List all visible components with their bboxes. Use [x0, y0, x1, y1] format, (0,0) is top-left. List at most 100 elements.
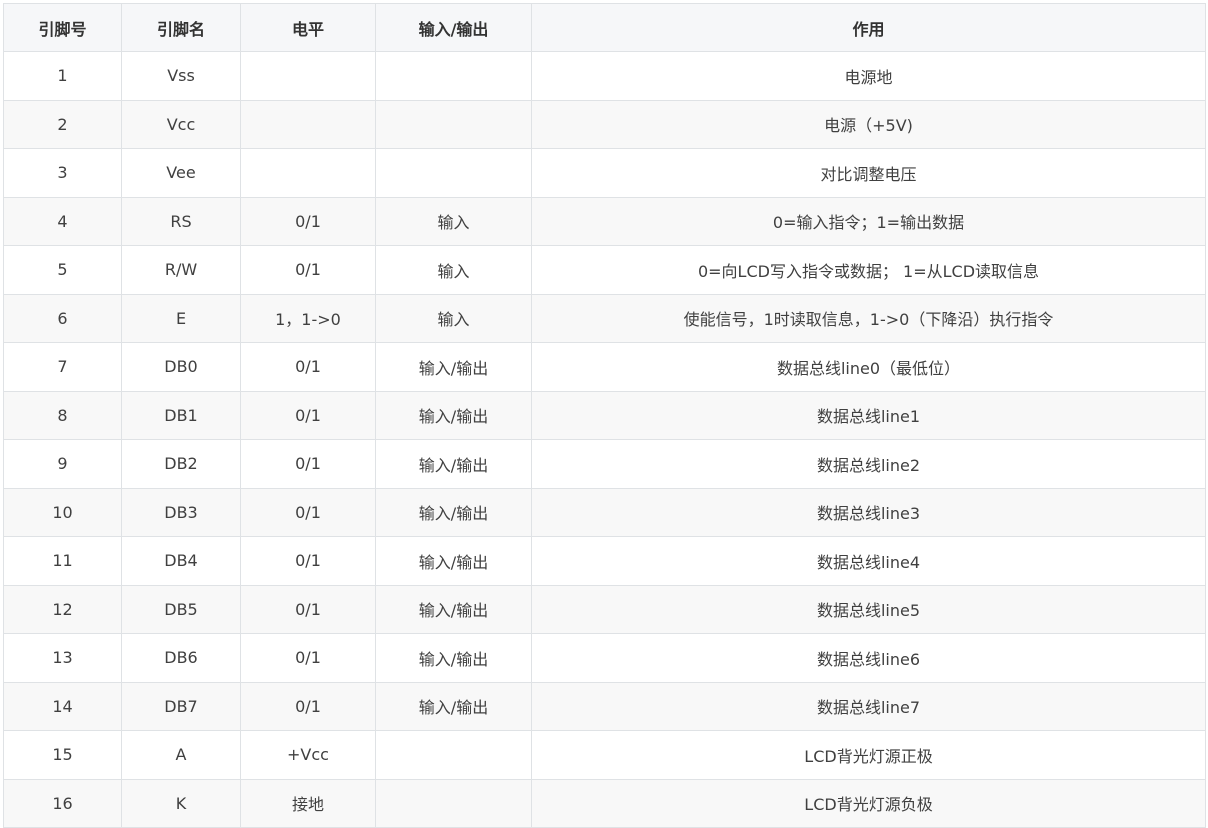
cell-pin-name: DB7 — [121, 681, 241, 731]
cell-pin-name: DB4 — [121, 536, 241, 586]
cell-level — [240, 51, 376, 101]
table-row: 3 Vee 对比调整电压 — [3, 148, 1206, 198]
cell-pin-number: 3 — [3, 148, 122, 198]
table-row: 12 DB5 0/1 输入/输出 数据总线line5 — [3, 584, 1206, 634]
cell-pin-number: 7 — [3, 342, 122, 392]
table-row: 10 DB3 0/1 输入/输出 数据总线line3 — [3, 487, 1206, 537]
table-row: 7 DB0 0/1 输入/输出 数据总线line0（最低位） — [3, 342, 1206, 392]
cell-io: 输入/输出 — [375, 390, 532, 440]
cell-level: 0/1 — [240, 342, 376, 392]
cell-pin-name: DB5 — [121, 584, 241, 634]
cell-pin-number: 11 — [3, 536, 122, 586]
cell-io: 输入/输出 — [375, 439, 532, 489]
cell-io: 输入 — [375, 245, 532, 295]
table-body: 1 Vss 电源地 2 Vcc 电源（+5V) 3 Vee 对比调整电压 4 RS 0/1 输入 0=输入… — [3, 51, 1206, 828]
table-row: 8 DB1 0/1 输入/输出 数据总线line1 — [3, 390, 1206, 440]
cell-level: 0/1 — [240, 439, 376, 489]
cell-level: 0/1 — [240, 536, 376, 586]
cell-pin-name: Vcc — [121, 99, 241, 149]
cell-level: 0/1 — [240, 633, 376, 683]
cell-io — [375, 99, 532, 149]
cell-function: 电源地 — [531, 51, 1206, 101]
cell-function: 0=向LCD写入指令或数据； 1=从LCD读取信息 — [531, 245, 1206, 295]
cell-io: 输入/输出 — [375, 584, 532, 634]
cell-level: 0/1 — [240, 584, 376, 634]
cell-function: 数据总线line7 — [531, 681, 1206, 731]
cell-function: LCD背光灯源正极 — [531, 730, 1206, 780]
table-row: 9 DB2 0/1 输入/输出 数据总线line2 — [3, 439, 1206, 489]
cell-pin-name: DB3 — [121, 487, 241, 537]
cell-io — [375, 148, 532, 198]
cell-io — [375, 778, 532, 828]
cell-pin-name: DB1 — [121, 390, 241, 440]
table-header: 引脚号 引脚名 电平 输入/输出 作用 — [3, 3, 1206, 52]
cell-function: LCD背光灯源负极 — [531, 778, 1206, 828]
cell-io: 输入/输出 — [375, 342, 532, 392]
cell-pin-number: 16 — [3, 778, 122, 828]
cell-level: 0/1 — [240, 681, 376, 731]
header-level: 电平 — [240, 3, 376, 52]
cell-pin-number: 9 — [3, 439, 122, 489]
cell-function: 数据总线line0（最低位） — [531, 342, 1206, 392]
cell-function: 数据总线line6 — [531, 633, 1206, 683]
cell-pin-number: 14 — [3, 681, 122, 731]
cell-pin-number: 15 — [3, 730, 122, 780]
cell-io: 输入 — [375, 196, 532, 246]
cell-pin-number: 13 — [3, 633, 122, 683]
cell-pin-name: R/W — [121, 245, 241, 295]
cell-function: 电源（+5V) — [531, 99, 1206, 149]
cell-pin-name: Vss — [121, 51, 241, 101]
cell-level — [240, 148, 376, 198]
cell-pin-name: A — [121, 730, 241, 780]
cell-level: 0/1 — [240, 245, 376, 295]
cell-function: 数据总线line4 — [531, 536, 1206, 586]
cell-io: 输入/输出 — [375, 681, 532, 731]
header-io: 输入/输出 — [375, 3, 532, 52]
cell-io — [375, 51, 532, 101]
cell-pin-number: 1 — [3, 51, 122, 101]
table-row: 6 E 1，1->0 输入 使能信号，1时读取信息，1->0（下降沿）执行指令 — [3, 293, 1206, 343]
cell-level: 0/1 — [240, 487, 376, 537]
cell-function: 数据总线line2 — [531, 439, 1206, 489]
table-row: 5 R/W 0/1 输入 0=向LCD写入指令或数据； 1=从LCD读取信息 — [3, 245, 1206, 295]
cell-io: 输入/输出 — [375, 633, 532, 683]
cell-function: 使能信号，1时读取信息，1->0（下降沿）执行指令 — [531, 293, 1206, 343]
header-row: 引脚号 引脚名 电平 输入/输出 作用 — [3, 3, 1206, 52]
cell-io: 输入/输出 — [375, 487, 532, 537]
cell-pin-number: 12 — [3, 584, 122, 634]
table-row: 14 DB7 0/1 输入/输出 数据总线line7 — [3, 681, 1206, 731]
cell-pin-number: 10 — [3, 487, 122, 537]
table-row: 1 Vss 电源地 — [3, 51, 1206, 101]
table-row: 15 A +Vcc LCD背光灯源正极 — [3, 730, 1206, 780]
cell-pin-name: DB2 — [121, 439, 241, 489]
cell-level: 0/1 — [240, 390, 376, 440]
cell-pin-name: DB0 — [121, 342, 241, 392]
cell-pin-number: 8 — [3, 390, 122, 440]
header-pin-number: 引脚号 — [3, 3, 122, 52]
cell-level: 接地 — [240, 778, 376, 828]
cell-level: 1，1->0 — [240, 293, 376, 343]
cell-level: 0/1 — [240, 196, 376, 246]
cell-pin-name: Vee — [121, 148, 241, 198]
cell-pin-name: E — [121, 293, 241, 343]
table-row: 16 K 接地 LCD背光灯源负极 — [3, 778, 1206, 828]
cell-function: 0=输入指令；1=输出数据 — [531, 196, 1206, 246]
cell-io: 输入/输出 — [375, 536, 532, 586]
header-pin-name: 引脚名 — [121, 3, 241, 52]
cell-function: 对比调整电压 — [531, 148, 1206, 198]
cell-pin-name: K — [121, 778, 241, 828]
cell-pin-number: 4 — [3, 196, 122, 246]
cell-level — [240, 99, 376, 149]
cell-function: 数据总线line5 — [531, 584, 1206, 634]
table-row: 11 DB4 0/1 输入/输出 数据总线line4 — [3, 536, 1206, 586]
cell-pin-number: 6 — [3, 293, 122, 343]
cell-pin-name: RS — [121, 196, 241, 246]
cell-io — [375, 730, 532, 780]
cell-pin-name: DB6 — [121, 633, 241, 683]
cell-io: 输入 — [375, 293, 532, 343]
header-function: 作用 — [531, 3, 1206, 52]
cell-pin-number: 5 — [3, 245, 122, 295]
table-row: 13 DB6 0/1 输入/输出 数据总线line6 — [3, 633, 1206, 683]
table-row: 2 Vcc 电源（+5V) — [3, 99, 1206, 149]
cell-pin-number: 2 — [3, 99, 122, 149]
